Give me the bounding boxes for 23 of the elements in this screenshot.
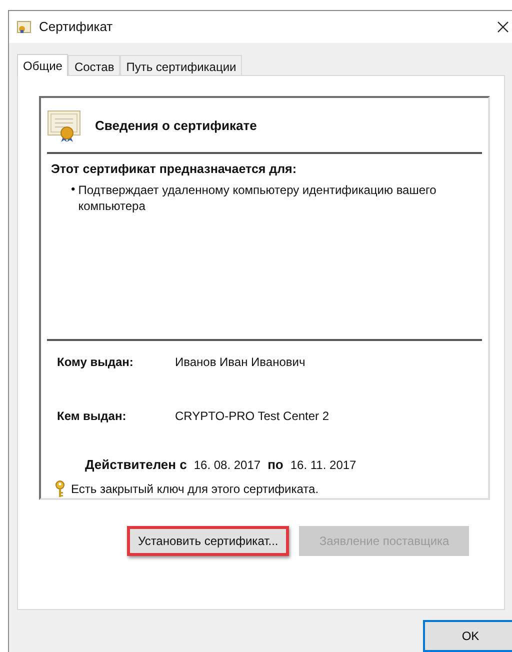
validity-date: 16. 11. 2017 — [290, 458, 356, 472]
ok-button[interactable]: OK — [423, 620, 512, 652]
key-icon — [55, 480, 65, 498]
close-icon — [497, 20, 509, 33]
field-value: Иванов Иван Иванович — [175, 354, 306, 369]
field-label: Кому выдан: — [57, 354, 134, 369]
tab[interactable]: Общие — [17, 54, 68, 76]
validity-label: по — [268, 456, 284, 472]
window-title: Сертификат — [39, 19, 113, 34]
certificate-icon — [47, 108, 81, 143]
purpose-title: Этот сертификат предназначается для: — [51, 162, 298, 176]
certificate-heading: Сведения о сертификате — [95, 118, 257, 134]
field-value: CRYPTO-PRO Test Center 2 — [175, 408, 330, 423]
validity-date: 16. 08. 2017 — [194, 458, 261, 472]
tab[interactable]: Путь сертификации — [120, 54, 242, 75]
private-key-note: Есть закрытый ключ для этого сертификата. — [71, 482, 319, 496]
action-button[interactable]: Установить сертификат... — [127, 526, 290, 556]
field-label: Кем выдан: — [57, 408, 128, 423]
validity-label: Действителен с — [85, 456, 187, 472]
certificate-icon — [17, 20, 31, 33]
purpose-text: Подтверждает удаленному компьютеру идентификацию вашего компьютера — [78, 182, 438, 214]
tab[interactable]: Состав — [68, 54, 120, 75]
bullet: • — [71, 182, 76, 198]
